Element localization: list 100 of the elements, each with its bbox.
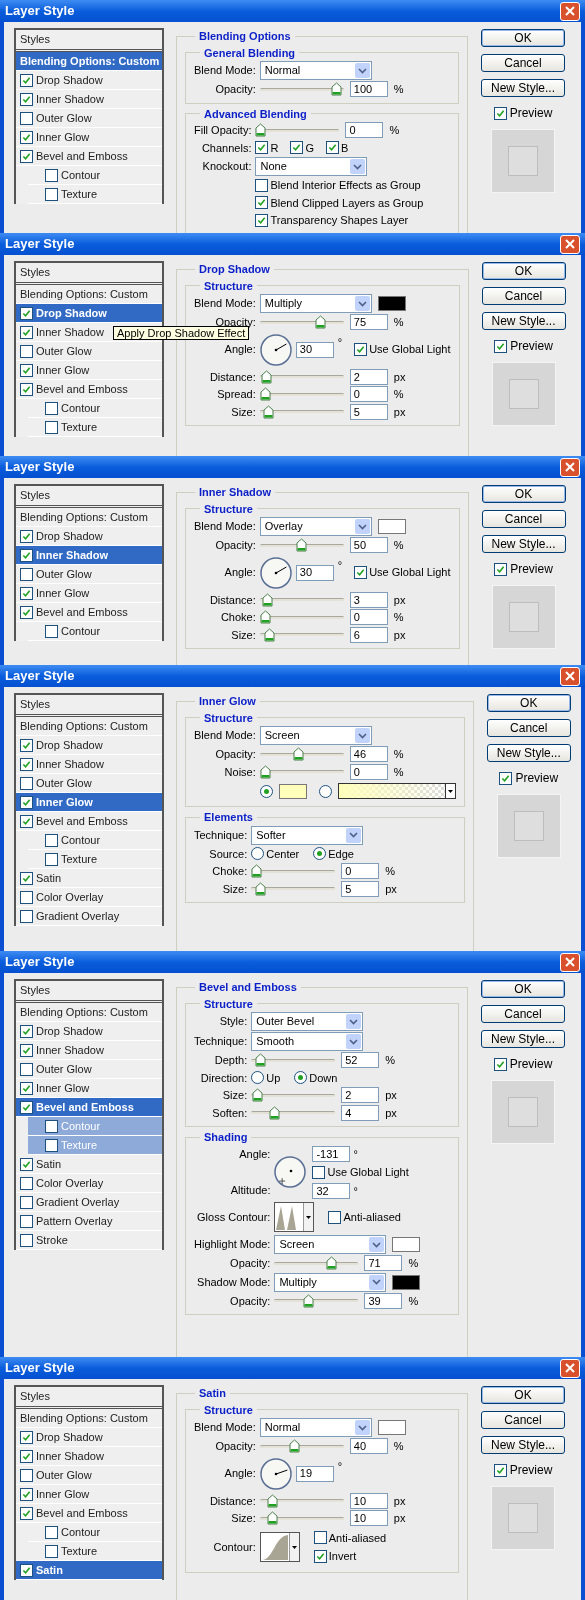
value-field[interactable]: 50 [349,537,388,554]
checkbox[interactable] [255,196,269,210]
dialog-button[interactable]: Cancel [481,287,566,305]
dialog-button[interactable]: OK [481,29,565,47]
value-field[interactable]: 40 [349,1438,388,1455]
slider-thumb[interactable] [267,1493,279,1508]
checkbox[interactable] [494,562,508,576]
style-list-item[interactable]: Contour [28,166,162,185]
style-list-item[interactable]: Bevel and Emboss [16,603,162,622]
style-list-item[interactable]: Bevel and Emboss [16,812,162,831]
style-list-item[interactable]: Pattern Overlay [16,1212,162,1231]
dropdown[interactable]: Outer Bevel [251,1012,364,1031]
value-field[interactable]: 0 [345,122,384,139]
value-field[interactable]: 39 [364,1292,403,1309]
value-field[interactable]: 0 [341,863,380,880]
close-button[interactable] [560,234,580,254]
checkbox[interactable] [45,833,58,847]
style-list-item[interactable]: Bevel and Emboss [16,147,162,166]
close-button[interactable] [560,457,580,477]
style-list-item[interactable]: Blending Options: Custom [16,717,162,736]
checkbox[interactable] [20,529,33,543]
checkbox[interactable] [20,1062,33,1076]
style-list-item[interactable]: Inner Glow [16,361,162,380]
style-list-item[interactable]: Drop Shadow [16,1428,162,1447]
slider-thumb[interactable] [302,1293,314,1308]
style-list-item[interactable]: Inner Glow [16,584,162,603]
checkbox[interactable] [313,1531,327,1545]
dropdown[interactable]: Normal [259,1418,372,1437]
checkbox[interactable] [354,343,368,356]
radio-button[interactable] [251,1071,265,1085]
style-list-item[interactable]: Outer Glow [16,1466,162,1485]
checkbox[interactable] [20,738,33,752]
slider-thumb[interactable] [296,538,308,553]
checkbox[interactable] [328,1210,342,1224]
style-list-item[interactable]: Blending Options: Custom [16,52,162,71]
slider-thumb[interactable] [314,315,326,330]
slider-thumb[interactable] [264,627,276,642]
checkbox[interactable] [290,141,304,155]
dialog-button[interactable]: New Style... [481,312,566,330]
checkbox[interactable] [20,909,33,923]
slider-thumb[interactable] [263,404,275,419]
dropdown[interactable]: Normal [259,61,372,80]
checkbox[interactable] [20,1468,33,1482]
style-list-item[interactable]: Drop Shadow [16,1022,162,1041]
value-field[interactable]: -131 [312,1145,351,1162]
checkbox[interactable] [20,586,33,600]
checkbox[interactable] [20,1176,33,1190]
checkbox[interactable] [20,1214,33,1228]
checkbox[interactable] [20,1043,33,1057]
style-list-item[interactable]: Drop Shadow [16,736,162,755]
contour-picker[interactable] [259,1532,300,1562]
radio-button[interactable] [318,784,332,798]
style-list-item[interactable]: Inner Shadow [16,546,162,565]
color-swatch[interactable] [392,1237,421,1252]
value-field[interactable]: 4 [341,1104,380,1121]
checkbox[interactable] [20,605,33,619]
checkbox[interactable] [20,382,33,396]
slider-thumb[interactable] [293,747,305,762]
dropdown[interactable]: Overlay [259,517,372,536]
angle-dial[interactable] [259,1457,292,1490]
dialog-button[interactable]: New Style... [481,1436,565,1454]
checkbox[interactable] [20,92,33,106]
style-list-item[interactable]: Drop Shadow [16,71,162,90]
dialog-button[interactable]: New Style... [481,1030,565,1048]
checkbox[interactable] [255,178,269,192]
close-button[interactable] [560,1,580,21]
slider-thumb[interactable] [259,764,271,779]
checkbox[interactable] [494,339,508,353]
dialog-button[interactable]: Cancel [486,719,571,737]
value-field[interactable]: 0 [349,763,388,780]
dialog-button[interactable]: Cancel [481,1411,565,1429]
value-field[interactable]: 32 [312,1182,351,1199]
checkbox[interactable] [20,73,33,87]
value-field[interactable]: 75 [349,314,388,331]
style-list-item[interactable]: Inner Shadow [16,1041,162,1060]
style-list-item[interactable]: Satin [16,869,162,888]
style-list-item[interactable]: Contour [28,1523,162,1542]
style-list-item[interactable]: Blending Options: Custom [16,1003,162,1022]
checkbox[interactable] [20,1100,33,1114]
style-list-item[interactable]: Inner Glow [16,793,162,812]
value-field[interactable]: 10 [349,1510,388,1527]
checkbox[interactable] [313,1549,327,1563]
style-list-item[interactable]: Gradient Overlay [16,1193,162,1212]
checkbox[interactable] [493,1057,507,1071]
value-field[interactable]: 6 [349,626,388,643]
value-field[interactable]: 5 [341,880,380,897]
value-field[interactable]: 2 [349,368,388,385]
value-field[interactable]: 52 [341,1052,380,1069]
checkbox[interactable] [354,566,368,579]
style-list-item[interactable]: Blending Options: Custom [16,508,162,527]
style-list-item[interactable]: Texture [28,850,162,869]
style-list-item[interactable]: Satin [16,1561,162,1580]
checkbox[interactable] [493,106,507,120]
checkbox[interactable] [20,776,33,790]
checkbox[interactable] [326,141,339,155]
style-list-item[interactable]: Outer Glow [16,1060,162,1079]
style-list-item[interactable]: Drop Shadow [16,304,162,323]
checkbox[interactable] [20,1430,33,1444]
dialog-button[interactable]: New Style... [481,535,566,553]
checkbox[interactable] [45,1525,58,1539]
